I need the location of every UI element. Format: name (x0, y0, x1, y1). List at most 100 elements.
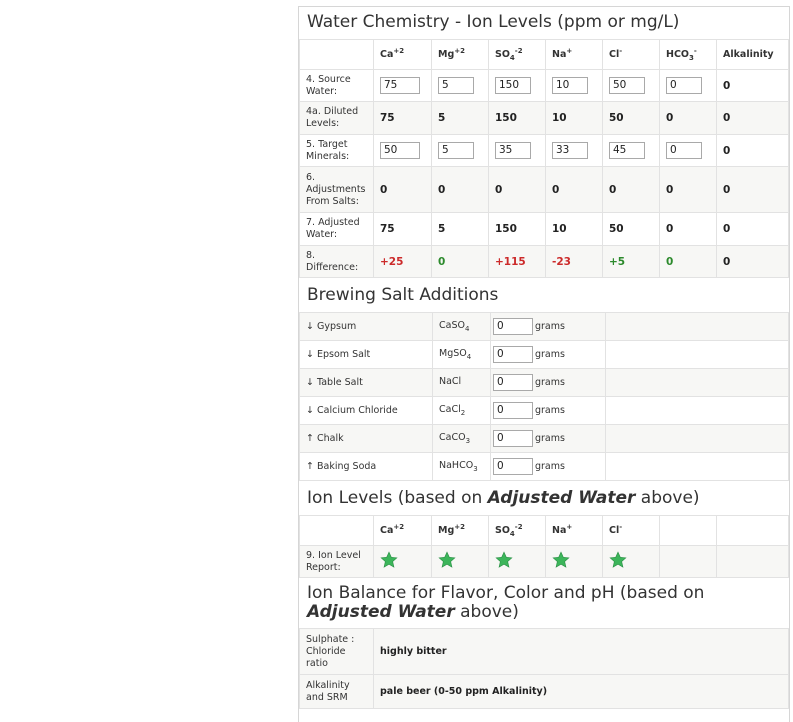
ion-symbol: Ca (380, 49, 394, 61)
ion-value-cell: 0 (716, 134, 789, 167)
ion-levels-report-title: Ion Levels (based on Adjusted Water abov… (299, 481, 789, 515)
ion-symbol: Cl (609, 525, 620, 537)
ion-value: 0 (609, 183, 617, 196)
ion-value-cell: 50 (373, 134, 432, 167)
ion-value: 5 (438, 223, 446, 235)
salt-formula-subscript: 3 (465, 436, 471, 445)
report-star-cell (602, 545, 660, 578)
ion-superscript: +2 (454, 522, 466, 531)
salt-grams-input[interactable]: 0 (493, 430, 533, 447)
salt-formula: NaCl (439, 376, 462, 388)
row-label: 6. Adjustments From Salts: (299, 166, 374, 213)
salt-grams-input[interactable]: 0 (493, 402, 533, 419)
salt-grams-input[interactable]: 0 (493, 458, 533, 475)
ion-symbol: Mg (438, 525, 455, 537)
ion-subscript: 4 (509, 54, 515, 63)
ion-input-field[interactable]: 75 (380, 77, 420, 94)
ion-value: 0 (723, 79, 731, 92)
ion-value-cell: 0 (545, 166, 603, 213)
salt-formula-subscript: 4 (466, 352, 472, 361)
salt-empty-cell (605, 396, 789, 425)
ion-column-header: Cl- (602, 515, 660, 546)
salt-row: ↑ Baking Soda NaHCO3 0 grams (299, 452, 789, 481)
balance-row: Sulphate : Chloride ratio highly bitter (299, 628, 789, 675)
salt-formula-subscript: 2 (460, 408, 466, 417)
row-label: 8. Difference: (299, 245, 374, 278)
salt-empty-cell (605, 368, 789, 397)
ion-value: 0 (438, 255, 446, 268)
ion-input-field[interactable]: 50 (380, 142, 420, 159)
ion-value-cell: 50 (602, 69, 660, 102)
ion-balance-title-em: Adjusted Water (307, 602, 455, 622)
ion-column-header: Cl- (602, 39, 660, 70)
ion-data-row: 7. Adjusted Water: 75 5 150 10 50 0 0 (299, 212, 789, 246)
ion-input-field[interactable]: 5 (438, 142, 474, 159)
report-star-cell (373, 545, 432, 578)
ion-value: 150 (495, 112, 517, 124)
ion-value-cell: 75 (373, 101, 432, 135)
salt-grams-input[interactable]: 0 (493, 318, 533, 335)
ion-value-cell: 0 (716, 166, 789, 213)
ion-value: 5 (438, 112, 446, 124)
ion-value-cell: 33 (545, 134, 603, 167)
ion-value-cell: 150 (488, 212, 546, 246)
salt-amount-cell: 0 grams (490, 396, 606, 425)
ion-column-header: SO4-2 (488, 39, 546, 70)
ion-symbol: SO (495, 525, 510, 537)
empty-header-cell (716, 515, 789, 546)
salt-direction-icon: ↓ (306, 405, 314, 416)
salt-formula-cell: CaCl2 (432, 396, 491, 425)
ion-value: -23 (552, 255, 571, 268)
ion-input-field[interactable]: 10 (552, 77, 588, 94)
star-icon (438, 550, 456, 568)
water-chemistry-title: Water Chemistry - Ion Levels (ppm or mg/… (307, 12, 680, 32)
ion-value: 75 (380, 223, 395, 235)
salt-grams-input[interactable]: 0 (493, 374, 533, 391)
ion-column-header: Ca+2 (373, 515, 432, 546)
water-calculator-panel: Water Chemistry - Ion Levels (ppm or mg/… (298, 6, 790, 722)
salt-name: Calcium Chloride (317, 405, 398, 416)
ion-value: 0 (723, 255, 731, 268)
ion-header-row: Ca+2 Mg+2 SO4-2 Na+ Cl- HCO3- Alkalinity (299, 39, 789, 70)
salt-grams-input[interactable]: 0 (493, 346, 533, 363)
ion-input-field[interactable]: 45 (609, 142, 645, 159)
header-corner-cell (299, 515, 374, 546)
ion-levels-title-em: Adjusted Water (487, 488, 636, 508)
ion-value: 50 (609, 112, 624, 124)
ion-levels-title-pre: Ion Levels (based on (307, 488, 488, 508)
ion-value-cell: 0 (659, 134, 717, 167)
ion-input-field[interactable]: 150 (495, 77, 531, 94)
salt-name-cell: ↓ Calcium Chloride (299, 396, 433, 425)
salt-formula-cell: NaCl (432, 368, 491, 397)
balance-label: Sulphate : Chloride ratio (299, 628, 374, 675)
ion-symbol: HCO (666, 49, 689, 61)
ion-input-field[interactable]: 5 (438, 77, 474, 94)
ion-superscript: - (693, 46, 697, 55)
salt-direction-icon: ↑ (306, 433, 314, 444)
ion-value-cell: 0 (716, 101, 789, 135)
ion-symbol: Na (552, 49, 567, 61)
ion-column-header: Na+ (545, 515, 603, 546)
salt-formula-cell: CaSO4 (432, 312, 491, 341)
salt-direction-icon: ↓ (306, 349, 314, 360)
ion-value-cell: 0 (602, 166, 660, 213)
star-icon (552, 550, 570, 568)
ion-value-cell: 5 (431, 101, 489, 135)
ion-value-cell: 0 (659, 245, 717, 278)
ion-input-field[interactable]: 50 (609, 77, 645, 94)
ion-input-field[interactable]: 0 (666, 142, 702, 159)
ion-value: 0 (723, 144, 731, 157)
ion-input-field[interactable]: 33 (552, 142, 588, 159)
ion-column-header: Ca+2 (373, 39, 432, 70)
ion-input-field[interactable]: 35 (495, 142, 531, 159)
ion-symbol: Mg (438, 49, 455, 61)
ion-input-field[interactable]: 0 (666, 77, 702, 94)
ion-symbol: SO (495, 49, 510, 61)
ion-superscript: -2 (514, 522, 523, 531)
ion-value-cell: 0 (659, 166, 717, 213)
ion-superscript: + (566, 46, 573, 55)
ion-value-cell: 0 (716, 69, 789, 102)
ion-data-row: 8. Difference: +25 0 +115 -23 +5 0 0 (299, 245, 789, 278)
ion-levels-table: Ca+2 Mg+2 SO4-2 Na+ Cl- HCO3- Alkalinity 4. Sou… (299, 39, 789, 278)
row-label: 5. Target Minerals: (299, 134, 374, 167)
